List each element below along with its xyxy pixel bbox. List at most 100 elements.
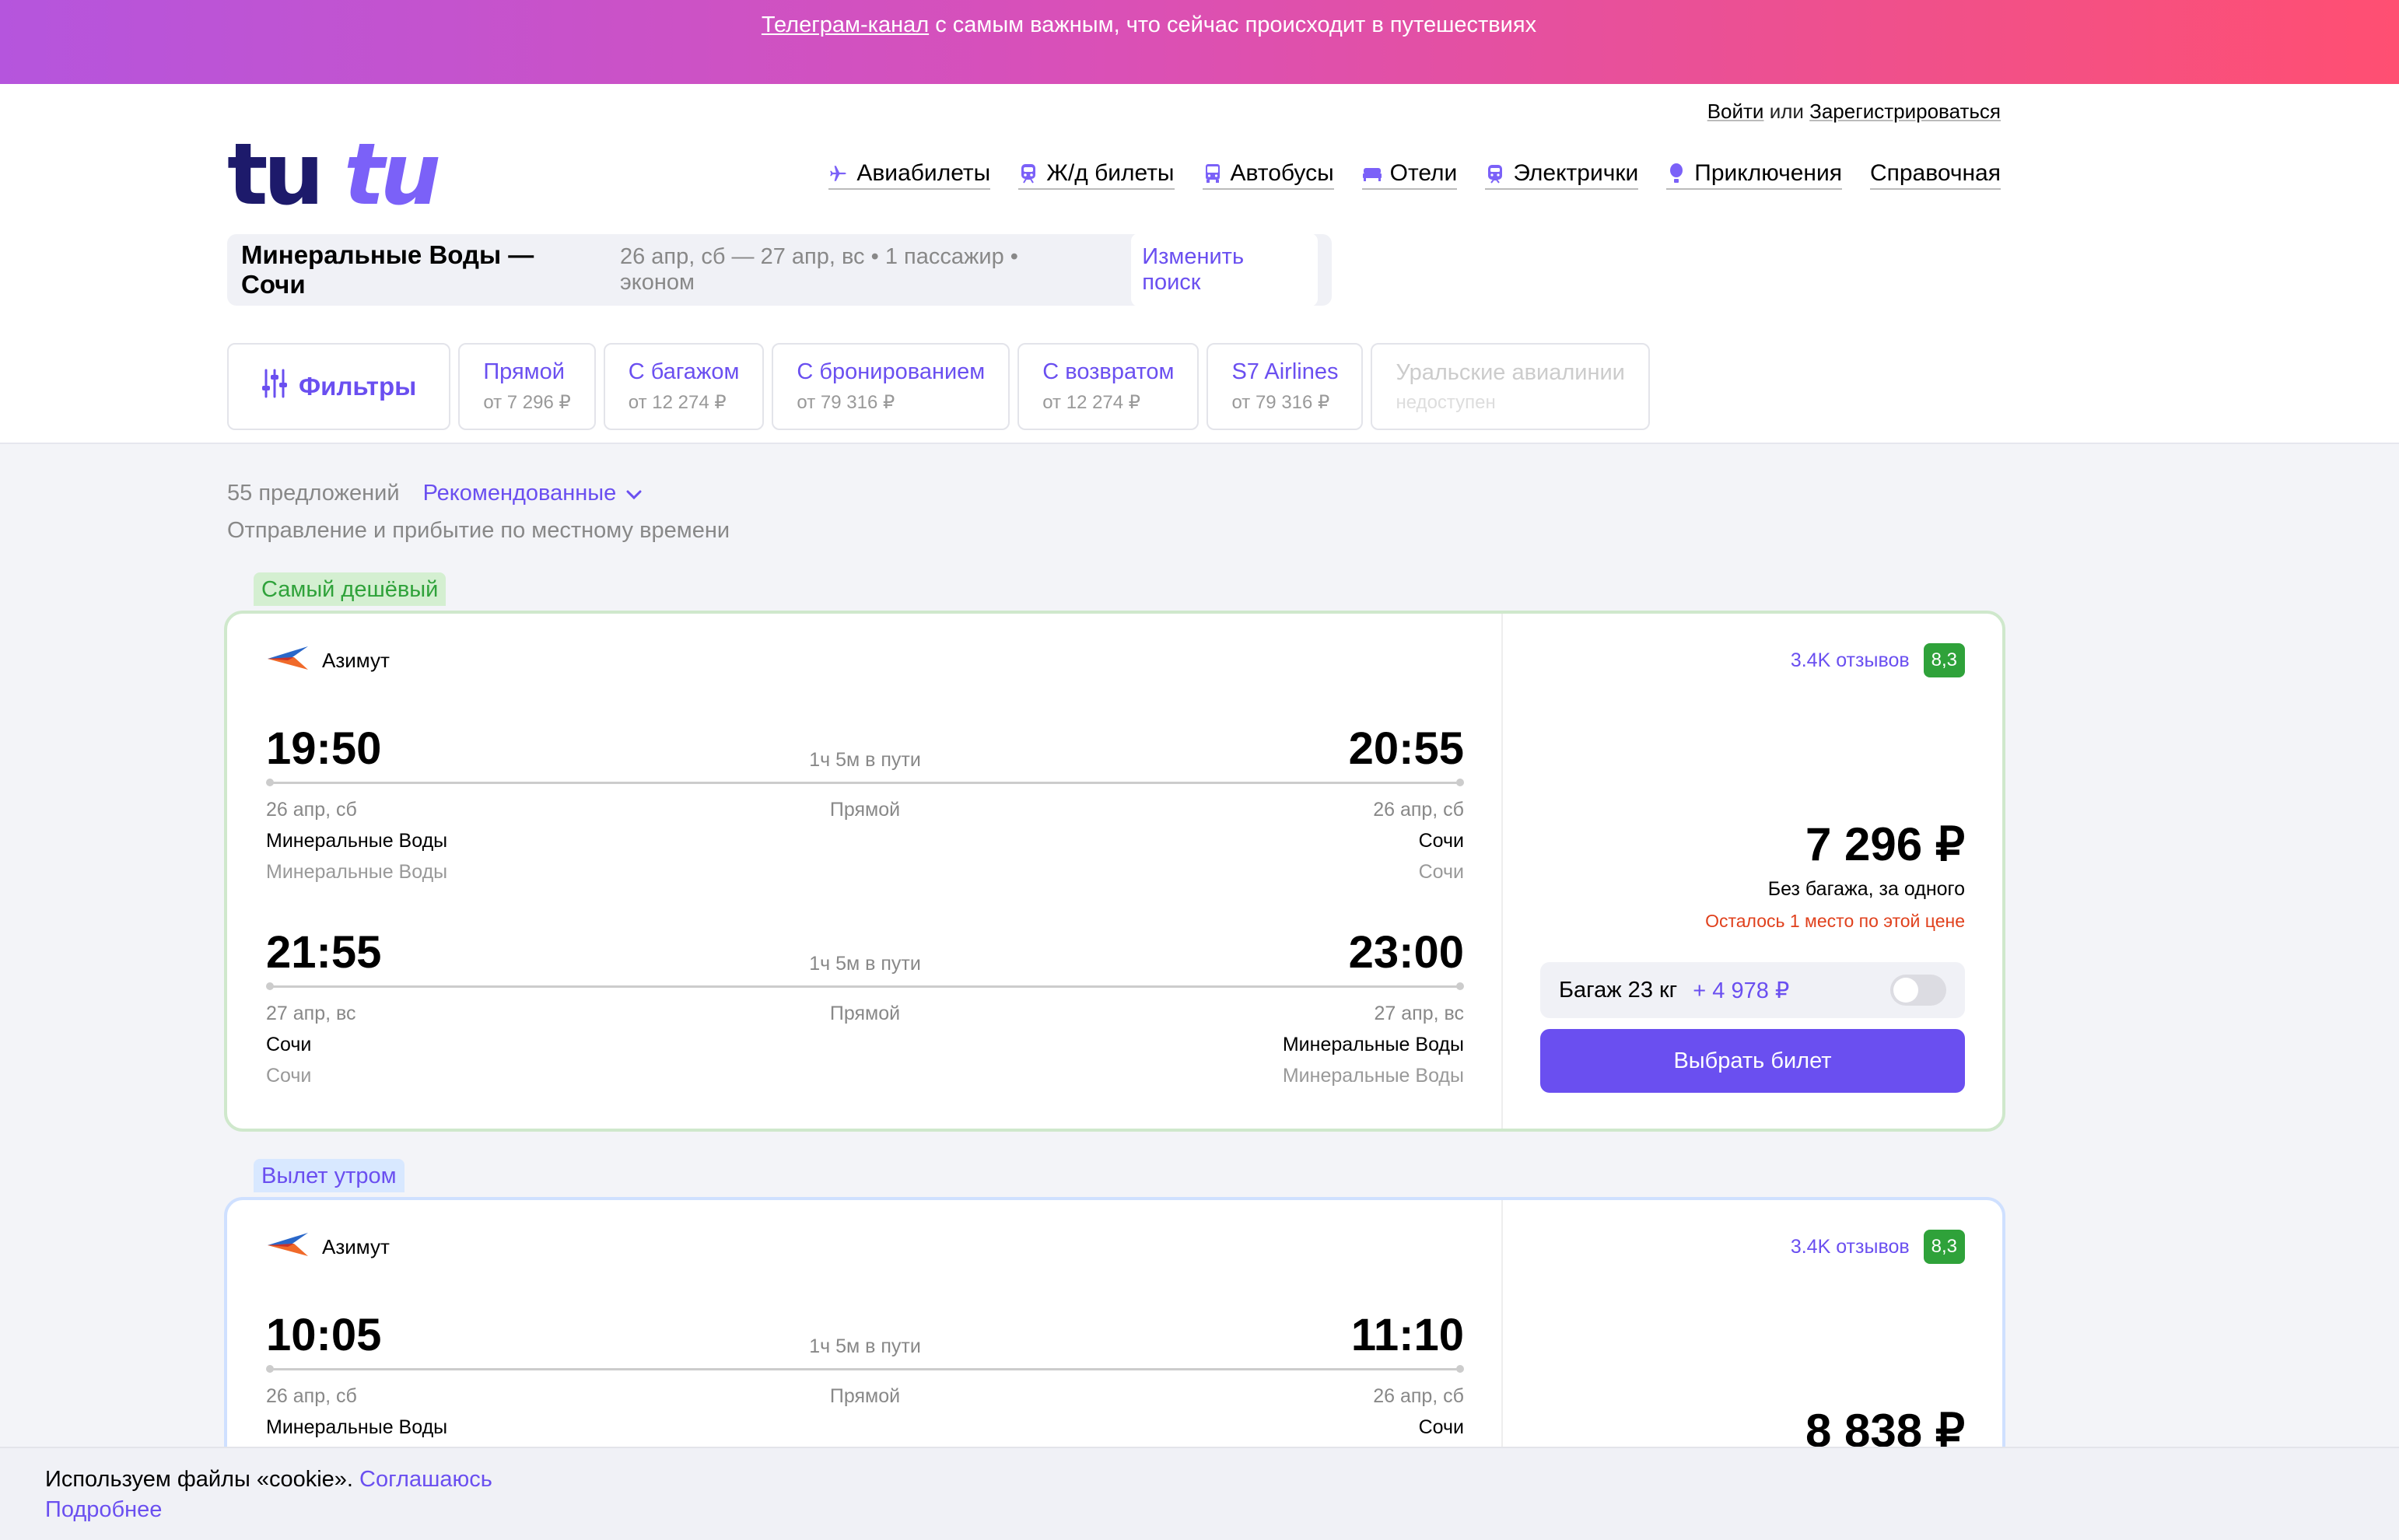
arrival-date: 26 апр, сб [1373, 799, 1464, 821]
promo-banner: Телеграм-канал с самым важным, что сейча… [0, 0, 2399, 84]
departure-airport: Минеральные Воды [266, 861, 448, 883]
filter-chip-baggage[interactable]: С багажом от 12 274 ₽ [603, 343, 765, 430]
arrival-date: 26 апр, сб [1373, 1385, 1464, 1407]
balloon-icon [1666, 163, 1686, 184]
route-line [269, 1368, 1461, 1370]
reviews: 3.4K отзывов 8,3 [1791, 1230, 1965, 1264]
arrival-time: 23:00 [1348, 927, 1464, 978]
search-route: Минеральные Воды — Сочи [241, 240, 534, 299]
baggage-price: + 4 978 ₽ [1693, 978, 1790, 1003]
arrival-city: Сочи [1418, 1416, 1464, 1438]
bed-icon [1362, 163, 1382, 184]
nav-label: Отели [1389, 160, 1458, 186]
stops: Прямой [829, 1003, 901, 1024]
nav-label: Электрички [1513, 160, 1639, 186]
cookie-more-link[interactable]: Подробнее [45, 1497, 2354, 1523]
sort-dropdown[interactable]: Рекомендованные [423, 481, 643, 506]
search-summary: Минеральные Воды — Сочи 26 апр, сб — 27 … [227, 233, 1332, 306]
baggage-toggle[interactable] [1890, 975, 1946, 1006]
filter-chip-s7[interactable]: S7 Airlines от 79 316 ₽ [1207, 343, 1364, 430]
offer-card: Азимут 19:50 1ч 5м в пути 20:55 26 апр, … [224, 611, 2005, 1132]
nav-label: Справочная [1869, 160, 2001, 186]
price: 7 296 ₽ [1805, 818, 1965, 870]
filter-chip-title: С возвратом [1042, 359, 1175, 384]
tutu-logo[interactable]: tu tu [227, 138, 476, 216]
departure-city: Минеральные Воды [266, 1416, 448, 1438]
register-link[interactable]: Зарегистрироваться [1809, 100, 2001, 123]
filter-chip-price: от 12 274 ₽ [628, 392, 727, 413]
nav-item-suburban[interactable]: Электрички [1485, 160, 1639, 190]
select-ticket-button[interactable]: Выбрать билет [1540, 1029, 1965, 1093]
departure-city: Сочи [266, 1034, 312, 1055]
offer-badge: Самый дешёвый [254, 572, 447, 606]
route-dot-end [1456, 1365, 1464, 1373]
rating-badge: 8,3 [1923, 1230, 1965, 1264]
arrival-airport: Минеральные Воды [1282, 1065, 1464, 1087]
filter-chip-refund[interactable]: С возвратом от 12 274 ₽ [1017, 343, 1200, 430]
filter-chip-booking[interactable]: С бронированием от 79 316 ₽ [772, 343, 1010, 430]
cookie-agree-link[interactable]: Соглашаюсь [359, 1467, 492, 1492]
offer-badge: Вылет утром [254, 1159, 405, 1192]
results-meta: 55 предложений Рекомендованные [227, 481, 643, 506]
nav-label: Приключения [1694, 160, 1842, 186]
arrival-time: 20:55 [1348, 723, 1464, 774]
price-note: Без багажа, за одного [1767, 878, 1965, 900]
telegram-link[interactable]: Телеграм-канал [762, 12, 929, 37]
filter-chip-ural: Уральские авиалинии недоступен [1371, 343, 1650, 430]
nav-item-hotels[interactable]: Отели [1361, 160, 1458, 190]
bus-icon [1203, 163, 1223, 184]
train-icon [1018, 163, 1038, 184]
filters-button[interactable]: Фильтры [227, 343, 451, 430]
offer-price-panel: 3.4K отзывов 8,3 7 296 ₽ Без багажа, за … [1501, 614, 2002, 1129]
main-nav: Авиабилеты Ж/д билеты Автобусы Отели Эле… [828, 160, 2001, 190]
route-dot-end [1456, 779, 1464, 786]
search-details: 26 апр, сб — 27 апр, вс • 1 пассажир • э… [619, 244, 1018, 295]
route-dot-start [266, 1365, 274, 1373]
azimut-logo-icon [266, 1231, 310, 1263]
auth-links: Войти или Зарегистрироваться [1707, 100, 2001, 124]
filter-chip-direct[interactable]: Прямой от 7 296 ₽ [458, 343, 596, 430]
departure-airport: Сочи [266, 1065, 312, 1087]
filter-chip-price: от 79 316 ₽ [1231, 392, 1330, 413]
duration: 1ч 5м в пути [809, 749, 921, 771]
nav-item-bus[interactable]: Автобусы [1202, 160, 1334, 190]
reviews-link[interactable]: 3.4K отзывов [1791, 1236, 1910, 1258]
nav-label: Автобусы [1230, 160, 1334, 186]
reviews: 3.4K отзывов 8,3 [1791, 643, 1965, 677]
filter-chip-price: от 79 316 ₽ [797, 392, 895, 413]
results-count: 55 предложений [227, 481, 400, 506]
auth-or: или [1763, 100, 1810, 123]
arrival-date: 27 апр, вс [1374, 1003, 1465, 1024]
route-line [269, 782, 1461, 784]
airline-name: Азимут [322, 1235, 390, 1258]
logo-text-light: tu [344, 138, 439, 216]
filters-label: Фильтры [299, 372, 417, 401]
route-dot-start [266, 982, 274, 990]
sliders-icon [261, 369, 288, 404]
rating-badge: 8,3 [1923, 643, 1965, 677]
arrival-city: Сочи [1418, 830, 1464, 852]
route-dot-end [1456, 982, 1464, 990]
nav-item-avia[interactable]: Авиабилеты [828, 160, 991, 190]
flight-leg-return: 21:55 1ч 5м в пути 23:00 27 апр, вс Прям… [266, 926, 1464, 1105]
stops: Прямой [829, 1385, 901, 1407]
departure-city: Минеральные Воды [266, 830, 448, 852]
local-time-note: Отправление и прибытие по местному време… [227, 518, 730, 543]
filter-chip-title: С бронированием [797, 359, 986, 384]
filter-chip-price: от 7 296 ₽ [483, 392, 571, 413]
arrival-time: 11:10 [1350, 1310, 1464, 1360]
reviews-link[interactable]: 3.4K отзывов [1791, 649, 1910, 672]
nav-item-adventures[interactable]: Приключения [1666, 160, 1842, 190]
nav-item-train[interactable]: Ж/д билеты [1018, 160, 1175, 190]
filter-chip-title: Прямой [483, 359, 565, 384]
login-link[interactable]: Войти [1707, 100, 1764, 123]
nav-item-reference[interactable]: Справочная [1869, 160, 2001, 190]
filter-chip-title: С багажом [628, 359, 740, 384]
route-dot-start [266, 779, 274, 786]
change-search-button[interactable]: Изменить поиск [1131, 233, 1318, 306]
offer-flights: Азимут 19:50 1ч 5м в пути 20:55 26 апр, … [227, 614, 1501, 1129]
sort-label: Рекомендованные [422, 481, 617, 506]
cookie-text: Используем файлы «cookie». [45, 1467, 360, 1492]
filter-chip-title: S7 Airlines [1231, 359, 1339, 384]
baggage-option[interactable]: Багаж 23 кг + 4 978 ₽ [1540, 962, 1965, 1018]
